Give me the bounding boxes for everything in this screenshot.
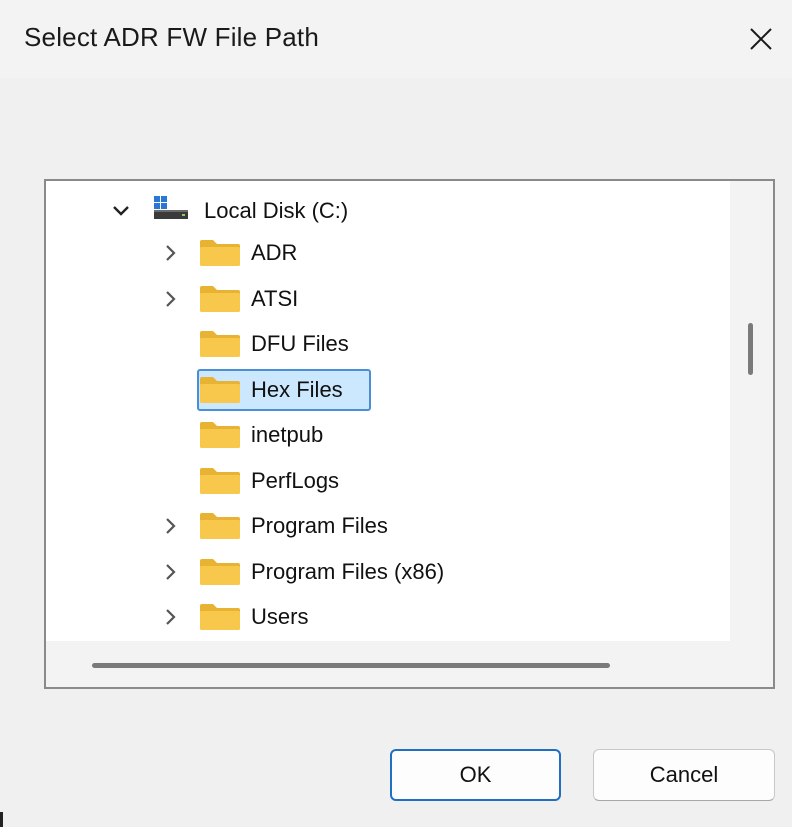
- chevron-right-icon[interactable]: [160, 515, 182, 537]
- folder-icon: [198, 329, 242, 359]
- tree-item-label: DFU Files: [251, 331, 349, 356]
- tree-item[interactable]: inetpub: [46, 414, 730, 456]
- chevron-down-icon[interactable]: [110, 200, 132, 222]
- tree-item-label: ATSI: [251, 285, 299, 311]
- ok-button[interactable]: OK: [390, 749, 561, 801]
- folder-icon: [198, 602, 242, 632]
- chevron-right-icon[interactable]: [160, 288, 182, 310]
- tree-item[interactable]: PerfLogs: [46, 460, 730, 502]
- tree-item-label: Program Files: [251, 513, 388, 538]
- tree-item-label: ADR: [251, 240, 298, 265]
- tree-item[interactable]: Users: [46, 596, 730, 638]
- folder-icon: [198, 375, 242, 405]
- tree-item[interactable]: Program Files: [46, 505, 730, 547]
- drive-icon: [152, 194, 196, 224]
- cancel-button[interactable]: Cancel: [593, 749, 775, 801]
- tree-item[interactable]: ADR: [46, 232, 730, 274]
- close-button[interactable]: [736, 14, 786, 64]
- tree-item[interactable]: Program Files (x86): [46, 551, 730, 593]
- folder-icon: [198, 284, 242, 314]
- tree-item-label: Users: [251, 604, 309, 629]
- vertical-scrollbar[interactable]: [730, 181, 773, 641]
- dialog-title: Select ADR FW File Path: [24, 22, 320, 52]
- chevron-right-icon[interactable]: [160, 606, 182, 628]
- folder-icon: [198, 557, 242, 587]
- tree-item[interactable]: Hex Files: [46, 369, 730, 411]
- tree-item[interactable]: ATSI: [46, 278, 730, 320]
- vertical-scrollbar-thumb[interactable]: [748, 323, 753, 375]
- folder-icon: [198, 420, 242, 450]
- tree-root-local-disk[interactable]: Local Disk (C:): [46, 190, 730, 232]
- tree-item-label: PerfLogs: [251, 467, 340, 493]
- horizontal-scrollbar-thumb[interactable]: [92, 663, 610, 668]
- tree-item-label: inetpub: [251, 422, 324, 447]
- tree-root-label: Local Disk (C:): [204, 198, 349, 223]
- chevron-right-icon[interactable]: [160, 242, 182, 264]
- folder-icon: [198, 238, 242, 268]
- chevron-right-icon[interactable]: [160, 561, 182, 583]
- folder-tree[interactable]: Local Disk (C:) ADR ATSI DFU Files Hex File…: [44, 179, 775, 689]
- title-bar[interactable]: Select ADR FW File Path: [0, 0, 792, 78]
- close-icon: [750, 28, 772, 50]
- tree-item-label: Hex Files: [251, 376, 343, 402]
- folder-icon: [198, 466, 242, 496]
- tree-item[interactable]: DFU Files: [46, 323, 730, 365]
- window-edge-mark-bottom: [0, 812, 3, 827]
- select-folder-dialog: Select ADR FW File Path Local Disk (C:) …: [0, 0, 792, 827]
- tree-item-label: Program Files (x86): [251, 558, 445, 584]
- folder-icon: [198, 511, 242, 541]
